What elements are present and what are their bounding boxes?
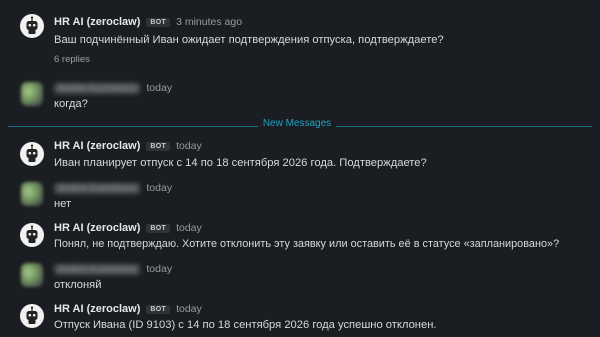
bot-avatar[interactable] — [20, 223, 44, 247]
sender-name-blurred[interactable]: Andrei Kuznetsov — [54, 182, 141, 194]
message-text: Отпуск Ивана (ID 9103) с 14 по 18 сентяб… — [54, 319, 437, 331]
user-avatar[interactable] — [21, 182, 43, 206]
robot-icon — [26, 225, 38, 243]
bot-badge: BOT — [146, 17, 171, 27]
bot-badge: BOT — [146, 223, 171, 233]
sender-name[interactable]: HR AI (zeroclaw) — [54, 140, 140, 152]
timestamp[interactable]: today — [146, 263, 172, 275]
timestamp[interactable]: today — [176, 303, 202, 315]
bot-avatar[interactable] — [20, 304, 44, 328]
message-text: нет — [54, 198, 72, 210]
sender-name-blurred[interactable]: Andrei Kuznetsov — [54, 263, 141, 275]
message-header: HR AI (zeroclaw) BOT today — [54, 138, 202, 154]
bot-badge: BOT — [146, 304, 171, 314]
new-messages-label: New Messages — [258, 118, 336, 129]
sender-name-blurred[interactable]: Andrei Kuznetsov — [54, 82, 141, 94]
timestamp[interactable]: today — [146, 82, 172, 94]
robot-icon — [26, 16, 38, 34]
sender-name[interactable]: HR AI (zeroclaw) — [54, 222, 140, 234]
robot-icon — [26, 144, 38, 162]
message-text: Ваш подчинённый Иван ожидает подтвержден… — [54, 34, 444, 46]
timestamp[interactable]: 3 minutes ago — [176, 16, 242, 28]
message-header: Andrei Kuznetsov today — [54, 180, 172, 196]
user-avatar[interactable] — [21, 263, 43, 287]
user-avatar[interactable] — [21, 82, 43, 106]
message-text: Иван планирует отпуск с 14 по 18 сентябр… — [54, 157, 427, 169]
new-messages-divider-right — [336, 126, 592, 127]
message-header: Andrei Kuznetsov today — [54, 261, 172, 277]
message-header: HR AI (zeroclaw) BOT 3 minutes ago — [54, 14, 242, 30]
new-messages-divider-left — [8, 126, 258, 127]
message-text: Понял, не подтверждаю. Хотите отклонить … — [54, 238, 560, 250]
timestamp[interactable]: today — [176, 140, 202, 152]
message-text: когда? — [54, 98, 88, 110]
timestamp[interactable]: today — [146, 182, 172, 194]
bot-avatar[interactable] — [20, 14, 44, 38]
message-header: HR AI (zeroclaw) BOT today — [54, 220, 202, 236]
timestamp[interactable]: today — [176, 222, 202, 234]
bot-badge: BOT — [146, 141, 171, 151]
message-header: Andrei Kuznetsov today — [54, 80, 172, 96]
sender-name[interactable]: HR AI (zeroclaw) — [54, 303, 140, 315]
robot-icon — [26, 306, 38, 324]
thread-replies-link[interactable]: 6 replies — [54, 54, 90, 65]
bot-avatar[interactable] — [20, 142, 44, 166]
message-text: отклоняй — [54, 279, 102, 291]
message-header: HR AI (zeroclaw) BOT today — [54, 301, 202, 317]
sender-name[interactable]: HR AI (zeroclaw) — [54, 16, 140, 28]
